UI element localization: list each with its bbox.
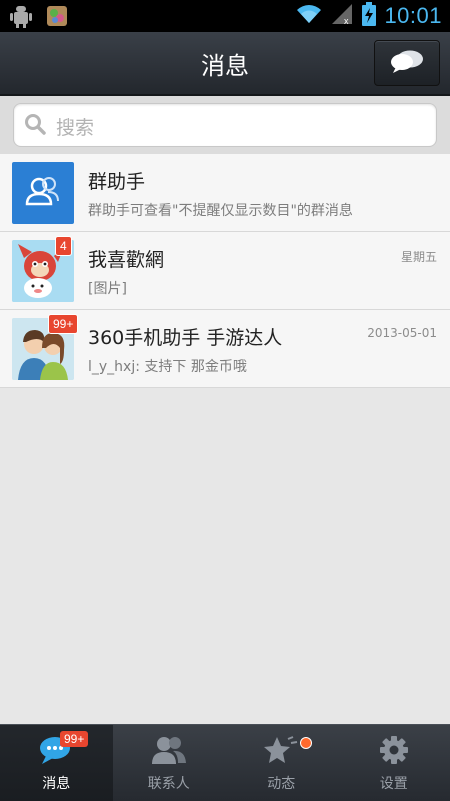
tab-label: 联系人 bbox=[113, 773, 226, 793]
contacts-icon bbox=[151, 735, 187, 769]
status-notifications bbox=[10, 4, 68, 32]
unread-badge: 4 bbox=[55, 236, 72, 256]
title-bar: 消息 bbox=[0, 32, 450, 96]
status-system: x 10:01 bbox=[296, 2, 442, 30]
feeds-notification-dot bbox=[300, 737, 312, 749]
conversation-row-woxihuanwang[interactable]: 4 我喜歡網 星期五 [图片] bbox=[0, 232, 450, 310]
conversation-preview: [图片] bbox=[88, 278, 127, 298]
gear-icon bbox=[379, 735, 409, 769]
status-bar: x 10:01 bbox=[0, 0, 450, 32]
tab-contacts[interactable]: 联系人 bbox=[113, 725, 226, 801]
tab-label: 设置 bbox=[338, 773, 450, 793]
bottom-tab-bar: 99+ 消息 联系人 动态 设置 bbox=[0, 724, 450, 801]
conversation-time: 星期五 bbox=[401, 248, 437, 265]
tab-label: 消息 bbox=[0, 773, 113, 793]
conversation-preview: l_y_hxj: 支持下 那金币哦 bbox=[88, 356, 247, 376]
photos-app-icon bbox=[46, 4, 68, 32]
star-feed-icon bbox=[263, 735, 299, 769]
unread-badge: 99+ bbox=[48, 314, 78, 334]
signal-icon: x bbox=[330, 2, 354, 30]
search-placeholder: 搜索 bbox=[56, 113, 94, 140]
battery-charging-icon bbox=[362, 2, 376, 30]
svg-text:x: x bbox=[344, 16, 349, 26]
tab-label: 动态 bbox=[225, 773, 338, 793]
status-time: 10:01 bbox=[384, 3, 442, 29]
chat-bubbles-icon bbox=[390, 49, 424, 77]
conversation-row-group-helper[interactable]: 群助手 群助手可查看"不提醒仅显示数目"的群消息 bbox=[0, 154, 450, 232]
conversation-name: 我喜歡網 bbox=[88, 245, 164, 272]
conversation-time: 2013-05-01 bbox=[367, 326, 437, 340]
search-icon bbox=[24, 113, 46, 139]
tab-unread-badge: 99+ bbox=[60, 731, 88, 747]
android-debug-icon bbox=[10, 4, 32, 32]
conversation-row-360-assistant[interactable]: 99+ 360手机助手 手游达人 2013-05-01 l_y_hxj: 支持下… bbox=[0, 310, 450, 388]
search-input[interactable]: 搜索 bbox=[13, 103, 437, 147]
conversation-preview: 群助手可查看"不提醒仅显示数目"的群消息 bbox=[88, 200, 353, 220]
conversation-list: 群助手 群助手可查看"不提醒仅显示数目"的群消息 4 我喜歡網 星期五 [图片]… bbox=[0, 154, 450, 388]
tab-feeds[interactable]: 动态 bbox=[225, 725, 338, 801]
tab-settings[interactable]: 设置 bbox=[338, 725, 450, 801]
conversation-name: 360手机助手 手游达人 bbox=[88, 323, 282, 350]
search-area: 搜索 bbox=[0, 96, 450, 154]
tab-messages[interactable]: 99+ 消息 bbox=[0, 725, 113, 801]
conversation-name: 群助手 bbox=[88, 167, 145, 194]
new-chat-button[interactable] bbox=[374, 40, 440, 86]
wifi-icon bbox=[296, 3, 322, 29]
group-helper-icon bbox=[12, 162, 74, 224]
